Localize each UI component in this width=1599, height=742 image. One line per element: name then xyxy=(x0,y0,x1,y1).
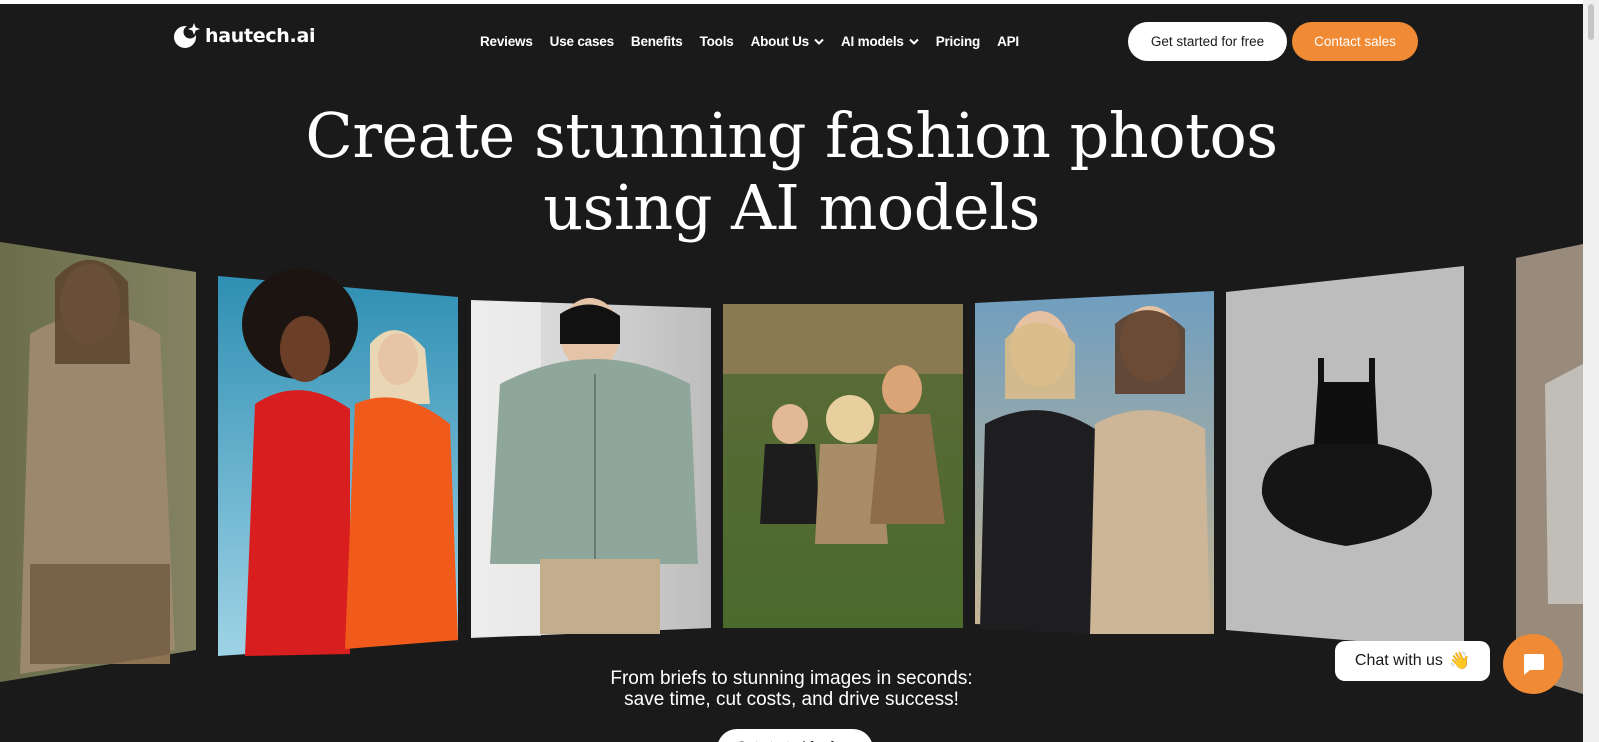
scrollbar-thumb[interactable] xyxy=(1588,4,1594,40)
chat-icon xyxy=(1524,654,1544,675)
gallery-card-women-suits xyxy=(975,291,1214,634)
wave-hand-icon: 👋 xyxy=(1448,651,1471,670)
chat-bubble-label: Chat with us xyxy=(1354,652,1443,669)
image-gallery xyxy=(0,242,1583,694)
gallery-card-tutu-dress xyxy=(1226,266,1464,650)
gallery-card-puffer-jacket xyxy=(471,298,711,638)
page-scrollbar[interactable] xyxy=(1583,0,1599,742)
hero-subtitle-line2: save time, cut costs, and drive success! xyxy=(624,689,959,710)
page: hautech.ai Reviews Use cases Benefits To… xyxy=(0,4,1583,742)
gallery-card-woman-beige-shirt xyxy=(0,242,196,682)
gallery-card-woman-white xyxy=(1516,244,1583,694)
gallery-card-kids-running xyxy=(723,304,963,628)
gallery-card-red-orange-dresses xyxy=(218,269,458,656)
chat-with-us-bubble[interactable]: Chat with us 👋 xyxy=(1335,641,1490,681)
hero-cta-button[interactable]: Get started for free xyxy=(717,729,873,742)
chat-launcher-button[interactable] xyxy=(1503,634,1563,694)
